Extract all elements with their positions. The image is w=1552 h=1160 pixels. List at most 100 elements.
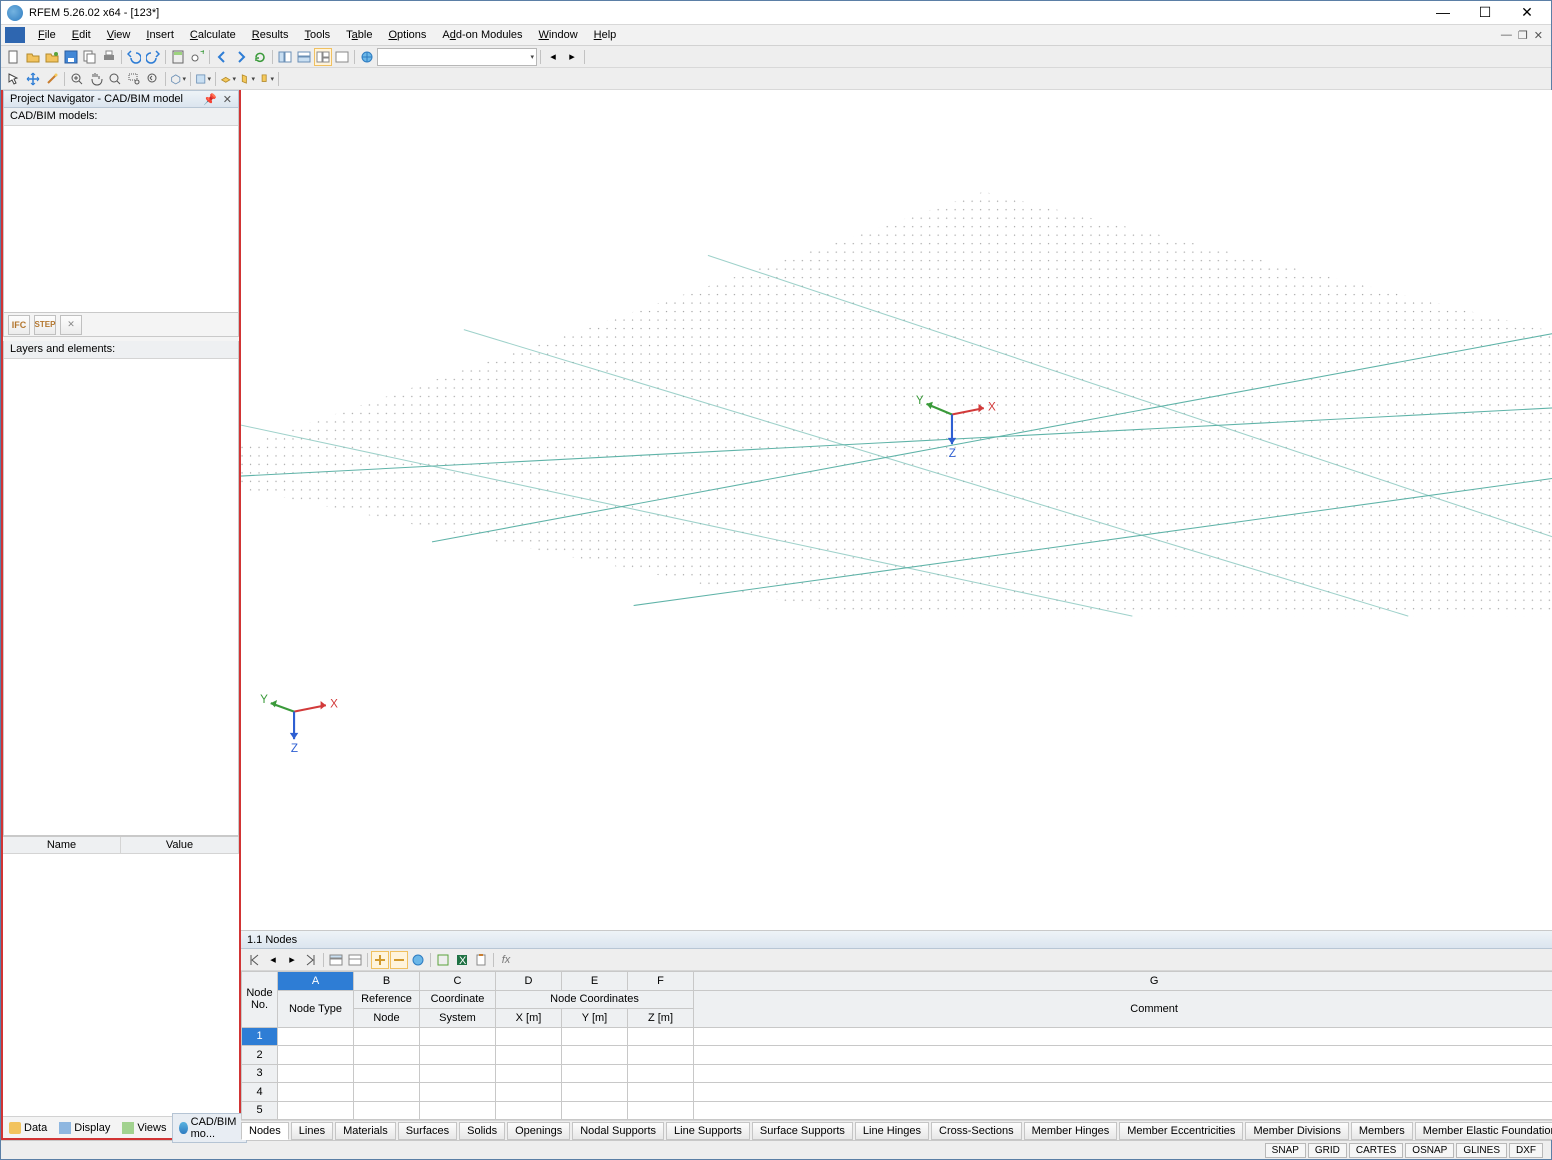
mdi-minimize-icon[interactable]: —: [1501, 29, 1512, 42]
excel-export-icon[interactable]: X: [453, 951, 471, 969]
col-letter-a[interactable]: A: [278, 972, 354, 991]
status-snap[interactable]: SNAP: [1265, 1143, 1306, 1158]
row-num[interactable]: 1: [242, 1027, 278, 1046]
row-num[interactable]: 2: [242, 1046, 278, 1065]
globe-icon[interactable]: [358, 48, 376, 66]
plane-xz-icon[interactable]: ▾: [257, 70, 275, 88]
col-z[interactable]: Z [m]: [628, 1009, 694, 1028]
node-add-icon[interactable]: +: [188, 48, 206, 66]
copy-icon[interactable]: [81, 48, 99, 66]
table-tab-cross-sections[interactable]: Cross-Sections: [931, 1122, 1022, 1140]
menu-edit[interactable]: Edit: [65, 27, 98, 43]
table-view1-icon[interactable]: [327, 951, 345, 969]
table-view2-icon[interactable]: [346, 951, 364, 969]
status-grid[interactable]: GRID: [1308, 1143, 1347, 1158]
col-y[interactable]: Y [m]: [562, 1009, 628, 1028]
nav-tab-data[interactable]: Data: [3, 1120, 53, 1136]
iso-view-icon[interactable]: ▾: [169, 70, 187, 88]
nodes-table[interactable]: Node No. A B C D E F G Node Type Referen…: [241, 971, 1552, 1120]
navigator-icon[interactable]: [276, 48, 294, 66]
layout-single-icon[interactable]: [333, 48, 351, 66]
table-tab-openings[interactable]: Openings: [507, 1122, 570, 1140]
col-coordinate-1[interactable]: Coordinate: [420, 990, 496, 1009]
table-tab-line-supports[interactable]: Line Supports: [666, 1122, 750, 1140]
system-menu-icon[interactable]: [5, 27, 25, 43]
table-nav-first-icon[interactable]: [245, 951, 263, 969]
status-cartes[interactable]: CARTES: [1349, 1143, 1403, 1158]
table-tab-member-div[interactable]: Member Divisions: [1245, 1122, 1348, 1140]
table-tab-surface-supports[interactable]: Surface Supports: [752, 1122, 853, 1140]
status-osnap[interactable]: OSNAP: [1405, 1143, 1454, 1158]
arrow-back-icon[interactable]: [213, 48, 231, 66]
table-tab-surfaces[interactable]: Surfaces: [398, 1122, 457, 1140]
col-node-type[interactable]: Node Type: [278, 990, 354, 1027]
zoom-in-icon[interactable]: [68, 70, 86, 88]
table-tab-line-hinges[interactable]: Line Hinges: [855, 1122, 929, 1140]
col-reference-2[interactable]: Node: [354, 1009, 420, 1028]
selection-combo[interactable]: ▾: [377, 48, 537, 66]
row-num[interactable]: 3: [242, 1064, 278, 1083]
maximize-button[interactable]: ☐: [1471, 4, 1499, 21]
menu-window[interactable]: Window: [532, 27, 585, 43]
zoom-prev-icon[interactable]: [144, 70, 162, 88]
table-tab-member-elastic[interactable]: Member Elastic Foundations: [1415, 1122, 1552, 1140]
row-num[interactable]: 5: [242, 1101, 278, 1120]
status-glines[interactable]: GLINES: [1456, 1143, 1507, 1158]
mdi-restore-icon[interactable]: ❐: [1518, 29, 1528, 42]
delete-row-icon[interactable]: [390, 951, 408, 969]
navigator-title-bar[interactable]: Project Navigator - CAD/BIM model 📌 ✕: [3, 90, 239, 108]
table-tab-solids[interactable]: Solids: [459, 1122, 505, 1140]
nav-tab-views[interactable]: Views: [116, 1120, 172, 1136]
menu-addon[interactable]: Add-on Modules: [435, 27, 529, 43]
new-file-icon[interactable]: [5, 48, 23, 66]
table-nav-prev-icon[interactable]: ◂: [264, 951, 282, 969]
open-recent-icon[interactable]: [43, 48, 61, 66]
clipboard-icon[interactable]: [472, 951, 490, 969]
col-letter-b[interactable]: B: [354, 972, 420, 991]
nav-right-icon[interactable]: ▸: [563, 48, 581, 66]
col-node-coords[interactable]: Node Coordinates: [496, 990, 694, 1009]
plane-xy-icon[interactable]: ▾: [219, 70, 237, 88]
pin-icon[interactable]: 📌: [203, 93, 217, 106]
menu-view[interactable]: View: [100, 27, 138, 43]
col-x[interactable]: X [m]: [496, 1009, 562, 1028]
menu-insert[interactable]: Insert: [139, 27, 181, 43]
table-tab-member-ecc[interactable]: Member Eccentricities: [1119, 1122, 1243, 1140]
arrow-forward-icon[interactable]: [232, 48, 250, 66]
table-tab-materials[interactable]: Materials: [335, 1122, 396, 1140]
units-icon[interactable]: [434, 951, 452, 969]
zoom-extent-icon[interactable]: [106, 70, 124, 88]
mdi-close-icon[interactable]: ✕: [1534, 29, 1543, 42]
layers-elements-tree[interactable]: [4, 359, 238, 835]
nav-tab-cadbim[interactable]: CAD/BIM mo...: [172, 1113, 247, 1143]
calculator-icon[interactable]: [169, 48, 187, 66]
table-tab-nodes[interactable]: Nodes: [241, 1122, 289, 1140]
menu-results[interactable]: Results: [245, 27, 296, 43]
3d-viewport[interactable]: X Y Z X Y Z: [241, 90, 1552, 930]
col-comment[interactable]: Comment: [694, 990, 1552, 1027]
globe-table-icon[interactable]: [409, 951, 427, 969]
table-tab-member-hinges[interactable]: Member Hinges: [1024, 1122, 1118, 1140]
import-ifc-button[interactable]: IFC: [8, 315, 30, 335]
table-tab-members[interactable]: Members: [1351, 1122, 1413, 1140]
nav-tab-display[interactable]: Display: [53, 1120, 116, 1136]
view-x-icon[interactable]: ▾: [194, 70, 212, 88]
save-icon[interactable]: [62, 48, 80, 66]
panel-close-icon[interactable]: ✕: [223, 93, 232, 106]
col-letter-e[interactable]: E: [562, 972, 628, 991]
function-icon[interactable]: fx: [497, 951, 515, 969]
close-button[interactable]: ✕: [1513, 4, 1541, 21]
property-grid-body[interactable]: [3, 854, 239, 1116]
col-letter-d[interactable]: D: [496, 972, 562, 991]
menu-table[interactable]: Table: [339, 27, 379, 43]
table-tab-nodal-supports[interactable]: Nodal Supports: [572, 1122, 664, 1140]
menu-tools[interactable]: Tools: [297, 27, 337, 43]
minimize-button[interactable]: —: [1429, 4, 1457, 21]
table-nav-next-icon[interactable]: ▸: [283, 951, 301, 969]
tables-title-bar[interactable]: 1.1 Nodes 📌 ✕: [241, 931, 1552, 949]
table-panel-icon[interactable]: [295, 48, 313, 66]
undo-icon[interactable]: [125, 48, 143, 66]
table-tab-lines[interactable]: Lines: [291, 1122, 333, 1140]
col-reference-1[interactable]: Reference: [354, 990, 420, 1009]
layout-tiled-icon[interactable]: [314, 48, 332, 66]
